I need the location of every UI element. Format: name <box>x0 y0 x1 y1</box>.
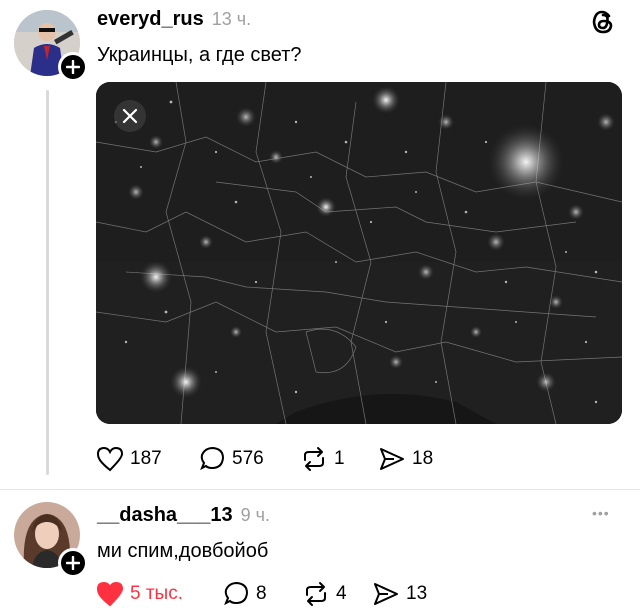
divider <box>0 489 640 490</box>
post-time: 13 ч. <box>211 9 252 29</box>
repost-button[interactable]: 4 <box>302 581 347 607</box>
repost-button[interactable]: 1 <box>300 446 345 472</box>
like-button[interactable]: 5 тыс. <box>96 581 183 607</box>
plus-icon <box>66 556 80 570</box>
share-count: 18 <box>412 448 434 469</box>
threads-logo-icon[interactable] <box>590 8 616 41</box>
reply-username[interactable]: __dasha___13 <box>97 504 233 527</box>
heart-filled-icon <box>96 581 124 607</box>
repost-count: 1 <box>334 448 345 469</box>
thread-line <box>46 90 49 475</box>
more-icon: ••• <box>592 505 610 521</box>
plus-icon <box>66 60 80 74</box>
post-image[interactable] <box>96 82 622 424</box>
heart-icon <box>96 446 124 472</box>
like-count: 187 <box>130 448 162 469</box>
follow-plus-button[interactable] <box>58 52 88 82</box>
repost-count: 4 <box>336 583 347 604</box>
repost-icon <box>306 582 326 606</box>
more-options-button[interactable]: ••• <box>592 505 610 521</box>
send-icon <box>380 448 404 470</box>
share-button[interactable]: 18 <box>378 446 433 472</box>
comment-button[interactable]: 576 <box>198 446 264 472</box>
like-count: 5 тыс. <box>130 583 183 604</box>
post-username[interactable]: everyd_rus <box>97 8 204 31</box>
share-button[interactable]: 13 <box>372 581 427 607</box>
like-button[interactable]: 187 <box>96 446 162 472</box>
reply-text: ми спим,довбойоб <box>97 540 269 562</box>
comment-button[interactable]: 8 <box>222 581 267 607</box>
follow-plus-button[interactable] <box>58 548 88 578</box>
share-count: 13 <box>406 583 428 604</box>
close-icon <box>122 108 138 124</box>
comment-count: 576 <box>232 448 264 469</box>
post-text: Украинцы, а где свет? <box>97 44 302 66</box>
repost-icon <box>304 447 324 471</box>
send-icon <box>374 583 398 605</box>
night-satellite-map <box>96 82 622 424</box>
close-image-button[interactable] <box>114 100 146 132</box>
reply-time: 9 ч. <box>240 505 271 525</box>
comment-icon <box>200 446 225 471</box>
comment-icon <box>224 581 249 606</box>
comment-count: 8 <box>256 583 267 604</box>
